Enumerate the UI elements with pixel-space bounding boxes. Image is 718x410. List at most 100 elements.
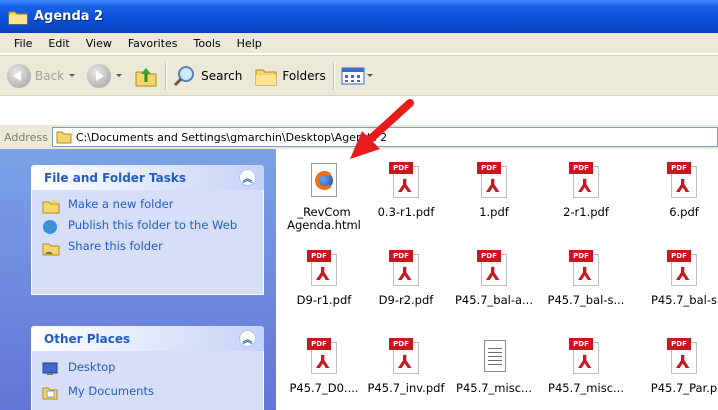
place-label: Desktop: [68, 360, 116, 374]
desktop-icon: [42, 361, 60, 377]
pdf-badge: PDF: [667, 250, 691, 262]
file-item[interactable]: P45.7_misc...: [446, 338, 542, 395]
pdf-badge: PDF: [667, 162, 691, 174]
file-item[interactable]: PDF ⅄ P45.7_Par.p: [636, 338, 718, 395]
new-folder-icon: [42, 198, 60, 214]
back-dropdown-icon[interactable]: [69, 74, 76, 77]
pdf-icon: PDF ⅄: [389, 250, 423, 288]
pdf-badge: PDF: [569, 250, 593, 262]
folders-label: Folders: [282, 68, 326, 83]
file-folder-tasks-panel: File and Folder Tasks ︽ Make a new folde…: [31, 165, 264, 295]
other-places-header[interactable]: Other Places ︽: [31, 326, 264, 351]
pdf-badge: PDF: [307, 338, 331, 350]
pdf-icon: PDF ⅄: [667, 162, 701, 200]
file-name: 1.pdf: [479, 205, 509, 219]
search-label: Search: [201, 68, 243, 83]
menu-favorites[interactable]: Favorites: [120, 37, 186, 50]
views-icon: [341, 67, 365, 84]
pdf-badge: PDF: [477, 162, 501, 174]
pdf-badge: PDF: [569, 338, 593, 350]
views-dropdown-icon[interactable]: [366, 74, 373, 77]
file-name: P45.7_inv.pdf: [367, 381, 445, 395]
firefox-html-icon: [307, 162, 341, 200]
file-item[interactable]: PDF ⅄ P45.7_bal-s: [636, 250, 718, 307]
file-folder-tasks-body: Make a new folder Publish this folder to…: [31, 190, 264, 295]
my-documents-link[interactable]: My Documents: [42, 385, 253, 401]
file-item[interactable]: PDF ⅄ P45.7_inv.pdf: [358, 338, 454, 395]
task-label: Share this folder: [68, 239, 163, 253]
search-icon: [174, 65, 195, 86]
toolbar: Back Search Folders: [0, 55, 718, 96]
file-item[interactable]: PDF ⅄ 1.pdf: [446, 162, 542, 219]
back-button[interactable]: Back: [4, 61, 78, 91]
task-label: Make a new folder: [68, 197, 174, 211]
address-label: Address: [4, 130, 48, 144]
title-bar[interactable]: Agenda 2: [0, 0, 718, 33]
collapse-icon[interactable]: ︽: [239, 330, 256, 347]
up-folder-icon: [135, 67, 157, 86]
toolbar-separator: [165, 61, 167, 90]
views-button[interactable]: [338, 61, 376, 91]
file-item[interactable]: PDF ⅄ 6.pdf: [636, 162, 718, 219]
menu-view[interactable]: View: [78, 37, 120, 50]
pdf-badge: PDF: [389, 250, 413, 262]
place-label: My Documents: [68, 384, 154, 398]
make-new-folder-link[interactable]: Make a new folder: [42, 198, 253, 214]
window-title: Agenda 2: [34, 9, 104, 24]
up-folder-button[interactable]: [131, 61, 161, 91]
file-list: _RevCom Agenda.html PDF ⅄ 0.3-r1.pdf PDF ⅄…: [276, 149, 718, 410]
pdf-badge: PDF: [667, 338, 691, 350]
file-name: 2-r1.pdf: [563, 205, 609, 219]
search-button[interactable]: Search: [170, 61, 245, 91]
pdf-badge: PDF: [569, 162, 593, 174]
pdf-badge: PDF: [307, 250, 331, 262]
task-label: Publish this folder to the Web: [68, 218, 238, 232]
pdf-icon: PDF ⅄: [307, 250, 341, 288]
publish-web-icon: [42, 219, 60, 235]
collapse-icon[interactable]: ︽: [239, 169, 256, 186]
file-item[interactable]: PDF ⅄ P45.7_bal-s...: [538, 250, 634, 307]
panel-title: Other Places: [44, 331, 131, 346]
pdf-badge: PDF: [477, 250, 501, 262]
publish-folder-link[interactable]: Publish this folder to the Web: [42, 219, 253, 235]
menu-edit[interactable]: Edit: [40, 37, 77, 50]
folder-icon: [8, 9, 28, 25]
file-item[interactable]: PDF ⅄ 2-r1.pdf: [538, 162, 634, 219]
file-name: P45.7_misc...: [456, 381, 532, 395]
panel-title: File and Folder Tasks: [44, 170, 187, 185]
desktop-link[interactable]: Desktop: [42, 361, 253, 377]
menu-file[interactable]: File: [6, 37, 40, 50]
pdf-icon: PDF ⅄: [477, 162, 511, 200]
back-arrow-icon: [7, 63, 31, 88]
pdf-icon: PDF ⅄: [307, 338, 341, 376]
menu-tools[interactable]: Tools: [186, 37, 229, 50]
pdf-icon: PDF ⅄: [569, 338, 603, 376]
menu-help[interactable]: Help: [229, 37, 270, 50]
file-name: 6.pdf: [669, 205, 699, 219]
my-documents-icon: [42, 385, 60, 401]
file-item[interactable]: PDF ⅄ P45.7_misc...: [538, 338, 634, 395]
folders-button[interactable]: Folders: [251, 61, 328, 91]
task-pane: File and Folder Tasks ︽ Make a new folde…: [0, 149, 276, 410]
toolbar-separator: [332, 61, 334, 90]
share-folder-icon: [42, 240, 60, 256]
menu-bar: File Edit View Favorites Tools Help: [0, 33, 718, 54]
file-name: P45.7_bal-s: [651, 293, 717, 307]
folder-icon: [56, 131, 72, 144]
file-name: D9-r2.pdf: [378, 293, 434, 307]
file-item[interactable]: PDF ⅄ P45.7_bal-a...: [446, 250, 542, 307]
forward-dropdown-icon[interactable]: [116, 74, 123, 77]
pdf-icon: PDF ⅄: [569, 162, 603, 200]
red-arrow-annotation: [350, 99, 414, 159]
file-name: P45.7_bal-a...: [455, 293, 533, 307]
file-item[interactable]: PDF ⅄ D9-r2.pdf: [358, 250, 454, 307]
pdf-icon: PDF ⅄: [569, 250, 603, 288]
pdf-icon: PDF ⅄: [667, 338, 701, 376]
pdf-badge: PDF: [389, 338, 413, 350]
file-folder-tasks-header[interactable]: File and Folder Tasks ︽: [31, 165, 264, 190]
pdf-icon: PDF ⅄: [477, 250, 511, 288]
share-folder-link[interactable]: Share this folder: [42, 240, 253, 256]
pdf-icon: PDF ⅄: [389, 338, 423, 376]
forward-button[interactable]: [84, 61, 125, 91]
back-label: Back: [35, 68, 65, 83]
